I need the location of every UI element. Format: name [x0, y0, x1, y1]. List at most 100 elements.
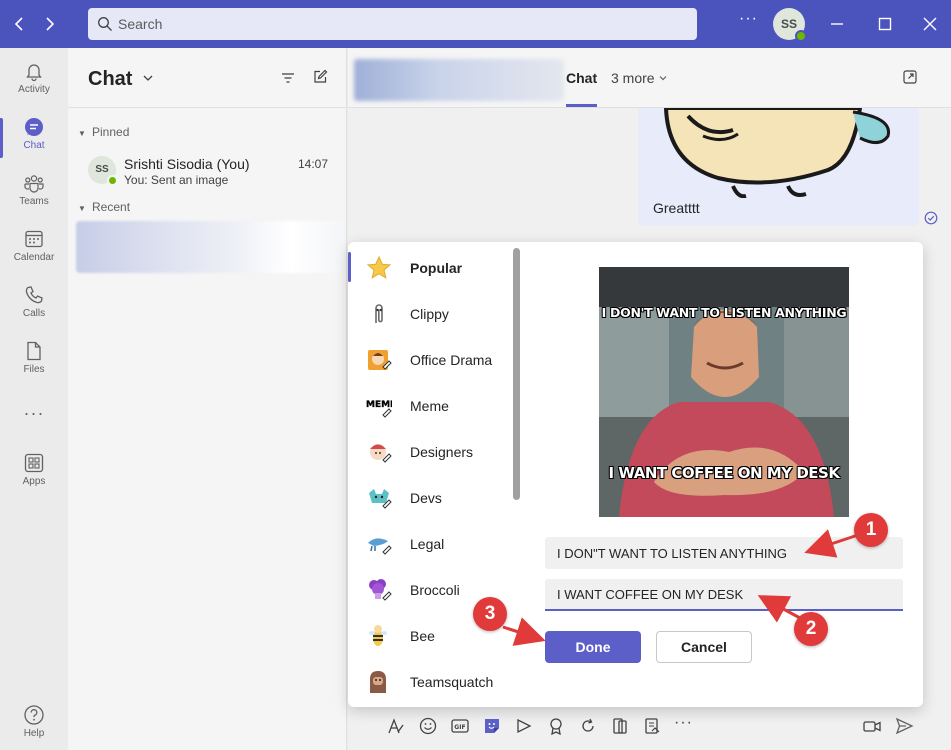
- done-button[interactable]: Done: [545, 631, 641, 663]
- more-apps-icon[interactable]: ···: [22, 403, 46, 424]
- rail-label-apps: Apps: [22, 476, 46, 487]
- star-icon: [366, 255, 392, 279]
- message-text: Greatttt: [653, 200, 700, 216]
- profile-avatar[interactable]: SS: [773, 8, 807, 42]
- chat-list-header: Chat: [68, 48, 347, 108]
- phone-icon: [25, 286, 43, 304]
- chevron-down-icon[interactable]: [142, 72, 154, 84]
- callout-3: 3: [473, 597, 507, 631]
- designers-icon: [370, 444, 392, 463]
- sticker-icon[interactable]: [482, 716, 502, 736]
- teamsquatch-icon: [370, 671, 386, 693]
- help-icon: [24, 705, 44, 725]
- cancel-button[interactable]: Cancel: [656, 631, 752, 663]
- meme-preview: I DON'T WANT TO LISTEN ANYTHING I WANT C…: [599, 267, 849, 517]
- calendar-icon: [25, 230, 43, 248]
- caret-down-icon: ▼: [78, 129, 86, 138]
- legal-icon: [368, 538, 392, 555]
- emoji-icon[interactable]: [418, 716, 438, 736]
- sticker-category-list: Popular Clippy Office Drama MEME Meme De…: [348, 242, 518, 707]
- rail-label-calendar: Calendar: [13, 252, 55, 263]
- recent-section[interactable]: ▼ Recent: [78, 200, 130, 214]
- pinned-section-label: Pinned: [92, 125, 130, 139]
- teams-icon: [24, 175, 44, 193]
- profile-initials: SS: [780, 17, 797, 31]
- meet-now-icon[interactable]: [514, 716, 534, 736]
- rail-label-teams: Teams: [19, 196, 49, 207]
- avatar-initials: SS: [95, 164, 109, 175]
- compose-toolbar: GIF ···: [348, 708, 951, 750]
- new-chat-icon[interactable]: [312, 69, 328, 85]
- category-label: Clippy: [410, 306, 449, 322]
- category-meme[interactable]: MEME Meme: [348, 382, 514, 428]
- category-clippy[interactable]: Clippy: [348, 290, 514, 336]
- rail-item-apps[interactable]: Apps: [0, 446, 68, 500]
- category-devs[interactable]: Devs: [348, 474, 514, 520]
- bottom-text-input[interactable]: [545, 579, 903, 609]
- list-item[interactable]: SS Srishti Sisodia (You) You: Sent an im…: [76, 148, 340, 192]
- maximize-icon[interactable]: [873, 12, 897, 36]
- search-input[interactable]: Search: [88, 8, 697, 40]
- onenote-icon[interactable]: [610, 716, 630, 736]
- tab-more-label: 3 more: [611, 70, 655, 86]
- svg-text:MEME: MEME: [366, 400, 392, 410]
- minimize-icon[interactable]: [825, 12, 849, 36]
- category-designers[interactable]: Designers: [348, 428, 514, 474]
- gif-icon[interactable]: GIF: [450, 716, 470, 736]
- filter-icon[interactable]: [280, 70, 296, 86]
- forward-arrow-icon[interactable]: [37, 12, 61, 36]
- blurred-recent-chat[interactable]: [76, 221, 344, 273]
- active-tab-indicator: [566, 104, 597, 107]
- video-clip-icon[interactable]: [862, 716, 882, 736]
- app-rail: Activity Chat Teams Calendar Calls Files…: [0, 48, 68, 750]
- meme-icon: MEME: [366, 400, 392, 418]
- pinned-section[interactable]: ▼ Pinned: [78, 125, 129, 139]
- broccoli-icon: [369, 579, 392, 601]
- tab-more[interactable]: 3 more: [611, 70, 668, 86]
- more-options-icon[interactable]: ···: [739, 10, 758, 28]
- loop-icon[interactable]: [578, 716, 598, 736]
- search-placeholder: Search: [118, 16, 163, 32]
- rail-label-activity: Activity: [18, 84, 50, 95]
- back-arrow-icon[interactable]: [8, 12, 32, 36]
- rail-item-calls[interactable]: Calls: [0, 278, 68, 332]
- category-legal[interactable]: Legal: [348, 520, 514, 566]
- pop-out-icon[interactable]: [902, 69, 918, 85]
- more-options-icon[interactable]: ···: [674, 714, 693, 732]
- category-label: Legal: [410, 536, 445, 552]
- format-icon[interactable]: [386, 716, 406, 736]
- rail-item-activity[interactable]: Activity: [0, 54, 68, 108]
- callout-1: 1: [854, 513, 888, 547]
- read-receipt-icon: [924, 211, 938, 225]
- category-label: Bee: [410, 628, 435, 644]
- approvals-icon[interactable]: [642, 716, 662, 736]
- category-popular[interactable]: Popular: [348, 244, 514, 290]
- category-office-drama[interactable]: Office Drama: [348, 336, 514, 382]
- chat-list-title[interactable]: Chat: [88, 68, 132, 91]
- devs-icon: [369, 489, 392, 509]
- message-bubble[interactable]: Greatttt: [638, 108, 919, 226]
- category-label: Popular: [410, 260, 463, 276]
- bottom-text-field[interactable]: [545, 579, 903, 611]
- rail-item-help[interactable]: Help: [0, 698, 68, 750]
- top-text-field[interactable]: [545, 537, 903, 569]
- tab-chat[interactable]: Chat: [566, 70, 597, 86]
- rail-item-calendar[interactable]: Calendar: [0, 222, 68, 276]
- chevron-down-icon: [660, 76, 667, 81]
- chat-list-panel: Chat ▼ Pinned SS Srishti Sisodia (You) Yo…: [68, 48, 347, 750]
- category-label: Broccoli: [410, 582, 460, 598]
- praise-icon[interactable]: [546, 716, 566, 736]
- rail-item-files[interactable]: Files: [0, 334, 68, 388]
- top-text-input[interactable]: [545, 537, 903, 569]
- chat-icon: [25, 118, 43, 136]
- send-icon[interactable]: [894, 716, 914, 736]
- rail-item-teams[interactable]: Teams: [0, 166, 68, 220]
- category-teamsquatch[interactable]: Teamsquatch: [348, 658, 514, 704]
- category-scrollbar[interactable]: [513, 248, 520, 500]
- rail-item-chat[interactable]: Chat: [0, 110, 68, 164]
- close-icon[interactable]: [918, 12, 942, 36]
- bee-icon: [369, 625, 387, 646]
- sticker-image: [663, 108, 891, 199]
- meme-top-caption: I DON'T WANT TO LISTEN ANYTHING: [601, 305, 847, 320]
- category-label: Meme: [410, 398, 449, 414]
